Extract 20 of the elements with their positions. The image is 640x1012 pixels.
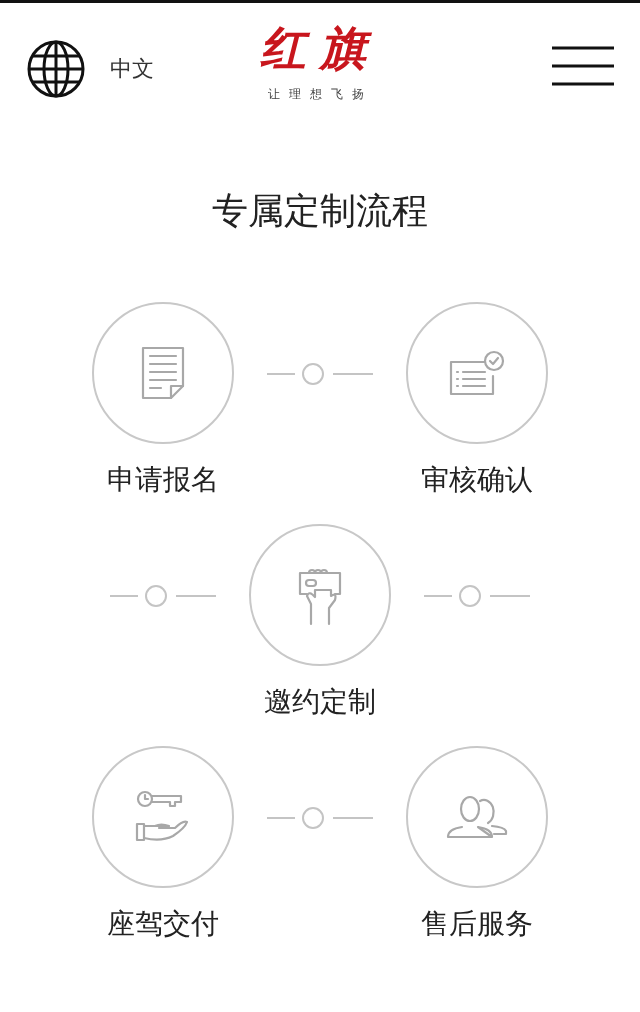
step-circle[interactable] <box>249 524 391 666</box>
step-circle[interactable] <box>406 302 548 444</box>
globe-icon[interactable] <box>26 38 86 99</box>
step-circle[interactable] <box>92 302 234 444</box>
brand-slogan: 让理想飞扬 <box>266 86 374 103</box>
step-label: 邀约定制 <box>264 684 376 720</box>
step-circle[interactable] <box>92 746 234 888</box>
page-title: 专属定制流程 <box>211 189 429 233</box>
menu-icon[interactable] <box>552 45 614 88</box>
step-label: 申请报名 <box>107 462 219 498</box>
key-hand-icon <box>135 790 191 844</box>
step-label: 售后服务 <box>421 906 533 942</box>
checklist-icon <box>449 350 505 396</box>
brand-logo[interactable]: 红旗 <box>260 25 380 71</box>
step-label: 座驾交付 <box>107 906 219 942</box>
language-link[interactable]: 中文 <box>110 52 154 85</box>
step-label: 审核确认 <box>421 462 533 498</box>
users-icon <box>446 793 508 841</box>
document-icon <box>141 346 185 400</box>
step-circle[interactable] <box>406 746 548 888</box>
